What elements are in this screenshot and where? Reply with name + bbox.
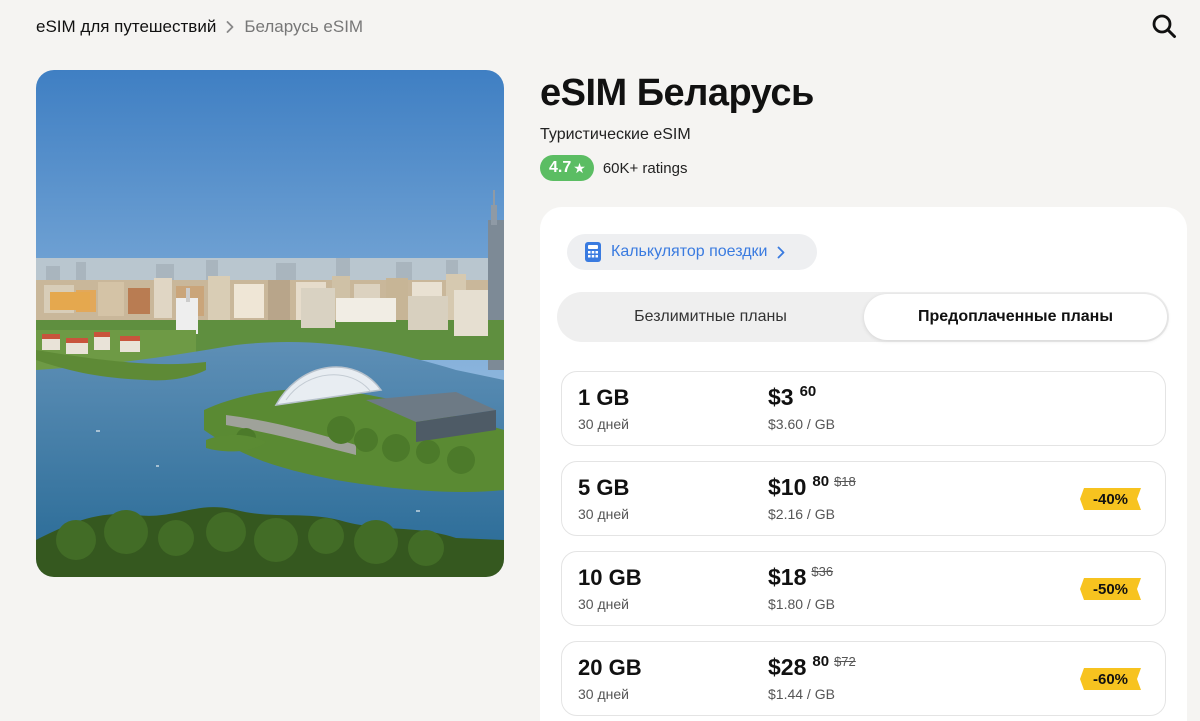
plan-card-10gb[interactable]: 10 GB 30 дней $18 $36 $1.80 / GB -50% xyxy=(561,551,1166,626)
discount-badge: -60% xyxy=(1080,668,1141,690)
plan-duration: 30 дней xyxy=(578,596,629,612)
plan-price: $10 80 $18 xyxy=(768,473,856,501)
price-cents: 80 xyxy=(812,473,830,490)
breadcrumb-current: Беларусь eSIM xyxy=(244,17,364,36)
old-price: $36 xyxy=(811,564,834,579)
price-per-gb: $1.80 / GB xyxy=(768,596,835,612)
plan-price: $18 $36 xyxy=(768,564,833,590)
plan-duration: 30 дней xyxy=(578,686,629,702)
page-title: eSIM Беларусь xyxy=(540,72,814,114)
plan-duration: 30 дней xyxy=(578,506,629,522)
plan-size: 5 GB xyxy=(578,475,630,500)
discount-badge: -50% xyxy=(1080,578,1141,600)
old-price: $18 xyxy=(834,474,856,489)
hero-image xyxy=(36,70,504,577)
rating-value: 4.7 xyxy=(549,159,572,176)
price-per-gb: $3.60 / GB xyxy=(768,416,835,432)
plan-card-20gb[interactable]: 20 GB 30 дней $28 80 $72 $1.44 / GB -60% xyxy=(561,641,1166,716)
search-icon xyxy=(1152,14,1176,38)
breadcrumb: eSIM для путешествий Беларусь eSIM xyxy=(36,16,363,38)
discount-badge: -40% xyxy=(1080,488,1141,510)
plan-price: $28 80 $72 xyxy=(768,653,856,681)
plan-size: 10 GB xyxy=(578,565,642,590)
price-main: $18 xyxy=(768,564,807,590)
price-cents: 80 xyxy=(812,653,830,670)
plan-duration: 30 дней xyxy=(578,416,629,432)
plan-card-1gb[interactable]: 1 GB 30 дней $3 60 $3.60 / GB xyxy=(561,371,1166,446)
rating-badge: 4.7 ★ xyxy=(540,155,594,181)
price-per-gb: $2.16 / GB xyxy=(768,506,835,522)
price-main: $28 xyxy=(768,654,807,680)
price-main: $10 xyxy=(768,474,807,500)
plan-card-5gb[interactable]: 5 GB 30 дней $10 80 $18 $2.16 / GB -40% xyxy=(561,461,1166,536)
trip-calculator-label: Калькулятор поездки xyxy=(611,243,768,260)
search-button[interactable] xyxy=(1150,12,1178,40)
plan-size: 20 GB xyxy=(578,655,642,680)
price-cents: 60 xyxy=(799,383,817,400)
tab-prepaid-plans[interactable]: Предоплаченные планы xyxy=(864,294,1167,340)
old-price: $72 xyxy=(834,654,856,669)
rating-count: 60K+ ratings xyxy=(602,159,688,177)
price-main: $3 xyxy=(768,384,794,410)
breadcrumb-link-esim-travel[interactable]: eSIM для путешествий xyxy=(36,17,216,37)
plan-price: $3 60 xyxy=(768,383,817,411)
page-subtitle: Туристические eSIM xyxy=(540,126,691,143)
star-icon: ★ xyxy=(573,159,586,176)
chevron-right-icon xyxy=(226,21,234,33)
rating-row: 4.7 ★ 60K+ ratings xyxy=(540,155,687,181)
tab-unlimited-plans[interactable]: Безлимитные планы xyxy=(559,294,862,340)
trip-calculator-button[interactable]: Калькулятор поездки xyxy=(567,234,817,270)
plan-size: 1 GB xyxy=(578,385,630,410)
plan-type-tabs: Безлимитные планы Предоплаченные планы xyxy=(557,292,1169,342)
price-per-gb: $1.44 / GB xyxy=(768,686,835,702)
calculator-icon xyxy=(585,242,601,262)
chevron-right-icon xyxy=(777,246,785,259)
